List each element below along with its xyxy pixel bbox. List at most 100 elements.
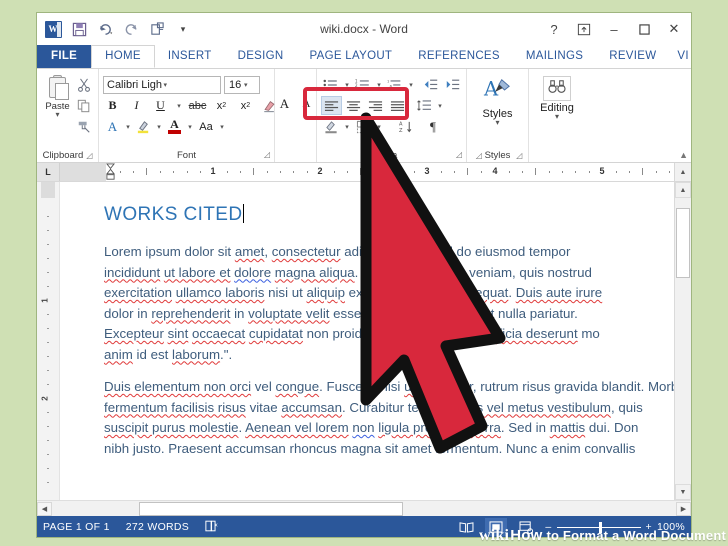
shading-chevron-down-icon[interactable]: ▾ (343, 117, 351, 136)
tab-view[interactable]: VI (669, 45, 690, 68)
shrink-font-button[interactable]: A (297, 94, 316, 113)
increase-indent-icon[interactable] (443, 75, 463, 94)
line-spacing-icon[interactable] (414, 96, 434, 115)
text-highlight-icon[interactable] (134, 117, 153, 136)
shading-icon[interactable] (321, 117, 341, 136)
italic-button[interactable]: I (127, 96, 146, 115)
minimize-button[interactable]: – (599, 16, 629, 42)
styles-gallery-launcher-icon[interactable]: ◿ (476, 151, 482, 160)
tab-file[interactable]: FILE (37, 45, 92, 68)
tab-page-layout[interactable]: PAGE LAYOUT (297, 45, 406, 68)
superscript-button[interactable]: x2 (236, 96, 255, 115)
text-effects-button[interactable]: A (103, 117, 122, 136)
vertical-scrollbar[interactable]: ▲ ▼ (674, 182, 691, 500)
multilevel-list-icon[interactable]: 1 a (385, 75, 405, 94)
horizontal-scrollbar[interactable]: ◀ ▶ (37, 500, 691, 516)
numbering-icon[interactable]: 1 2 3 (353, 75, 373, 94)
hscroll-left-icon[interactable]: ◀ (37, 501, 52, 516)
maximize-button[interactable] (629, 16, 659, 42)
underline-button[interactable]: U (151, 96, 170, 115)
close-button[interactable]: ✕ (659, 16, 689, 42)
borders-icon[interactable] (353, 117, 373, 136)
bullets-icon[interactable] (321, 75, 341, 94)
underline-chevron-down-icon[interactable]: ▾ (175, 96, 183, 115)
font-dialog-launcher-icon[interactable]: ◿ (264, 150, 270, 159)
scroll-up-icon[interactable]: ▲ (674, 163, 691, 181)
tabs-overflow-chevron-icon[interactable]: ▸ (690, 46, 691, 68)
paragraph-dialog-launcher-icon[interactable]: ◿ (456, 150, 462, 159)
redo-icon[interactable] (119, 17, 143, 41)
horizontal-scroll-thumb[interactable] (139, 501, 404, 516)
scrollbar-up-icon[interactable]: ▲ (675, 182, 691, 198)
tab-insert[interactable]: INSERT (155, 45, 225, 68)
vertical-scroll-thumb[interactable] (676, 208, 690, 278)
tab-design[interactable]: DESIGN (225, 45, 297, 68)
read-mode-icon[interactable] (455, 518, 477, 536)
editing-chevron-down-icon[interactable]: ▾ (555, 113, 559, 121)
align-left-icon[interactable] (321, 96, 342, 115)
tab-mailings[interactable]: MAILINGS (513, 45, 596, 68)
help-button[interactable]: ? (539, 16, 569, 42)
hscroll-right-icon[interactable]: ▶ (676, 501, 691, 516)
align-center-icon[interactable] (343, 96, 364, 115)
justify-icon[interactable] (387, 96, 408, 115)
change-case-button[interactable]: Aa (196, 117, 216, 136)
styles-chevron-down-icon[interactable]: ▾ (495, 119, 499, 127)
editing-button[interactable]: Editing ▾ (540, 74, 574, 121)
paste-button[interactable]: Paste ▾ (41, 74, 74, 119)
proofing-errors-icon[interactable]: x (205, 520, 219, 535)
font-size-combobox[interactable]: 16 ▾ (224, 75, 260, 94)
tab-references[interactable]: REFERENCES (405, 45, 513, 68)
multilevel-chevron-down-icon[interactable]: ▾ (407, 75, 415, 94)
show-formatting-marks-button[interactable]: ¶ (423, 117, 443, 136)
horizontal-ruler[interactable]: 1 2 3 4 5 6 (60, 163, 674, 181)
document-page[interactable]: WORKS CITED Lorem ipsum dolor sit amet, … (60, 182, 674, 500)
text-effects-chevron-down-icon[interactable]: ▾ (124, 117, 132, 136)
find-binoculars-icon (542, 76, 571, 101)
undo-icon[interactable] (93, 17, 117, 41)
bullets-chevron-down-icon[interactable]: ▾ (343, 75, 351, 94)
scrollbar-down-icon[interactable]: ▼ (675, 484, 691, 500)
misspelled-word: reprehenderit (151, 305, 231, 321)
font-color-button[interactable]: A (165, 117, 184, 136)
collapse-ribbon-icon[interactable]: ▲ (679, 150, 688, 160)
format-painter-icon[interactable] (74, 118, 94, 136)
grow-font-button[interactable]: A (275, 94, 294, 113)
tab-stop-selector[interactable]: L (37, 163, 60, 181)
line-spacing-chevron-down-icon[interactable]: ▾ (436, 96, 444, 115)
font-size-chevron-down-icon[interactable]: ▾ (242, 81, 257, 89)
bold-button[interactable]: B (103, 96, 122, 115)
font-name-combobox[interactable]: Calibri Light (Headings) ▾ (103, 75, 221, 94)
touch-mode-icon[interactable] (145, 17, 169, 41)
decrease-indent-icon[interactable] (421, 75, 441, 94)
document-body[interactable]: Lorem ipsum dolor sit amet, consectetur … (104, 242, 674, 459)
change-case-chevron-down-icon[interactable]: ▾ (218, 117, 226, 136)
quick-access-toolbar: W ▾ (37, 17, 195, 41)
tab-review[interactable]: REVIEW (596, 45, 669, 68)
styles-button[interactable]: A Styles ▾ (483, 74, 513, 127)
document-text: esse cillum dolore eu fugiat nulla paria… (329, 305, 578, 321)
borders-chevron-down-icon[interactable]: ▾ (375, 117, 383, 136)
copy-icon[interactable] (74, 97, 94, 115)
subscript-button[interactable]: x2 (212, 96, 231, 115)
align-right-icon[interactable] (365, 96, 386, 115)
word-count-status[interactable]: 272 WORDS (126, 521, 189, 533)
paste-chevron-down-icon[interactable]: ▾ (55, 111, 59, 119)
indent-markers[interactable] (105, 163, 116, 181)
clipboard-dialog-launcher-icon[interactable]: ◿ (86, 151, 92, 160)
sort-icon[interactable]: A Z (395, 117, 415, 136)
save-icon[interactable] (67, 17, 91, 41)
customize-qat-icon[interactable]: ▾ (171, 17, 195, 41)
font-color-chevron-down-icon[interactable]: ▾ (186, 117, 194, 136)
tab-home[interactable]: HOME (91, 45, 155, 68)
page-count-status[interactable]: PAGE 1 OF 1 (43, 521, 110, 533)
font-name-chevron-down-icon[interactable]: ▾ (162, 81, 219, 89)
styles-dialog-launcher-icon[interactable]: ◿ (516, 151, 522, 160)
numbering-chevron-down-icon[interactable]: ▾ (375, 75, 383, 94)
ribbon-display-options-icon[interactable] (569, 16, 599, 42)
cut-icon[interactable] (74, 76, 94, 94)
hscroll-track[interactable] (52, 501, 676, 516)
strikethrough-button[interactable]: abc (188, 96, 207, 115)
misspelled-word: incididunt (104, 264, 161, 280)
highlight-chevron-down-icon[interactable]: ▾ (155, 117, 163, 136)
